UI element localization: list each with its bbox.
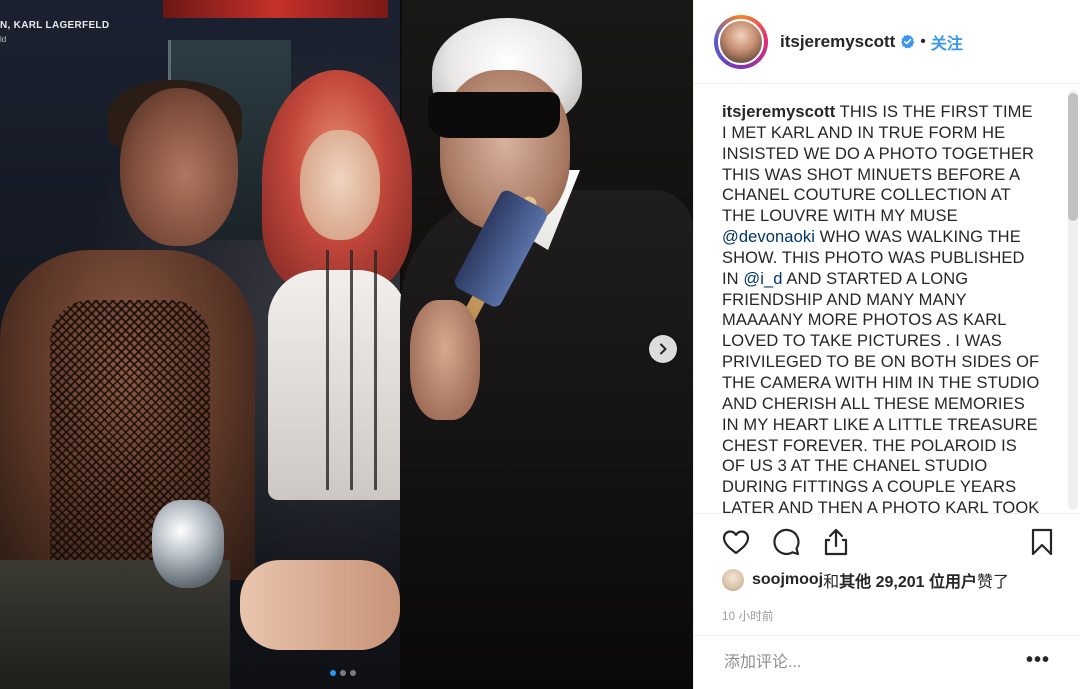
crystal-bear-pendant	[152, 500, 224, 588]
likes-count-link[interactable]: 其他 29,201 位用户	[839, 568, 977, 592]
person-middle-arm	[240, 560, 400, 650]
post-caption: itsjeremyscott THIS IS THE FIRST TIME I …	[722, 102, 1040, 513]
avatar[interactable]	[718, 18, 764, 65]
sunglasses	[428, 92, 560, 138]
person-right-hand	[410, 300, 480, 420]
photo-red-light	[163, 0, 388, 18]
follow-button[interactable]: 关注	[931, 30, 963, 54]
carousel-dot[interactable]	[350, 670, 356, 676]
post-side-panel: itsjeremyscott • 关注 itsjeremyscott THIS …	[693, 0, 1080, 689]
chevron-right-icon	[660, 343, 667, 355]
header-separator: •	[920, 32, 926, 50]
carousel-indicator	[330, 670, 356, 676]
caption-username-link[interactable]: itsjeremyscott	[722, 103, 835, 121]
bookmark-icon[interactable]	[1026, 526, 1058, 558]
caption-scrollbar-thumb[interactable]	[1068, 93, 1078, 221]
carousel-dot[interactable]	[340, 670, 346, 676]
action-bar	[694, 513, 1080, 573]
carousel-next-button[interactable]	[649, 335, 677, 363]
instagram-post: N, KARL LAGERFELD ld itsjeremyscott • 关注…	[0, 0, 1080, 689]
bead-necklaces	[318, 250, 378, 490]
share-icon[interactable]	[820, 526, 852, 558]
person-left-head	[120, 88, 238, 246]
mention-link-devonaoki[interactable]: @devonaoki	[722, 228, 815, 246]
post-photo[interactable]: N, KARL LAGERFELD ld	[0, 0, 693, 689]
likes-connector: 和	[823, 574, 840, 591]
caption-scroll-area[interactable]: itsjeremyscott THIS IS THE FIRST TIME I …	[694, 84, 1080, 513]
magazine-caption: N, KARL LAGERFELD	[0, 20, 110, 31]
magazine-caption-sub: ld	[0, 35, 7, 44]
post-header: itsjeremyscott • 关注	[694, 0, 1080, 84]
liker-username-link[interactable]: soojmooj	[752, 571, 823, 589]
story-ring[interactable]	[714, 14, 768, 69]
mention-link-i-d[interactable]: @i_d	[743, 270, 782, 288]
likes-summary: soojmooj 和 其他 29,201 位用户 赞了	[722, 568, 1009, 592]
verified-badge-icon	[901, 34, 915, 49]
comment-icon[interactable]	[770, 526, 802, 558]
comment-bar	[694, 635, 1080, 689]
likes-suffix: 赞了	[976, 574, 1009, 591]
more-options-icon[interactable]: •••	[1026, 650, 1050, 670]
caption-text-part: THIS IS THE FIRST TIME I MET KARL AND IN…	[722, 103, 1035, 226]
caption-text-part: AND STARTED A LONG FRIENDSHIP AND MANY M…	[722, 269, 1040, 513]
liker-avatar[interactable]	[722, 569, 744, 591]
carousel-dot[interactable]	[330, 670, 336, 676]
header-user-row: itsjeremyscott • 关注	[780, 30, 963, 54]
person-middle-face	[300, 130, 380, 240]
header-username-link[interactable]: itsjeremyscott	[780, 32, 895, 52]
heart-icon[interactable]	[720, 526, 752, 558]
comment-input[interactable]	[722, 652, 1006, 673]
post-timestamp[interactable]: 10 小时前	[722, 608, 774, 624]
person-right-suit	[400, 190, 693, 689]
